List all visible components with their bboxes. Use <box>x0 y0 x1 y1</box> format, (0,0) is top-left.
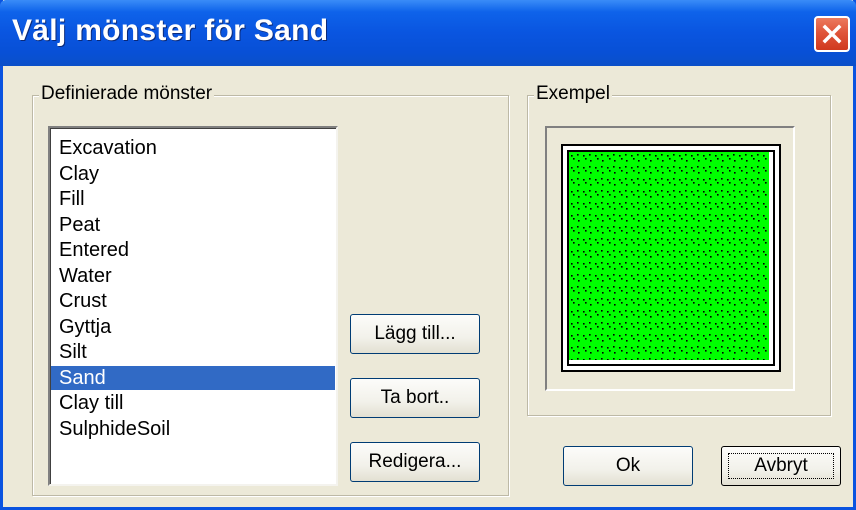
focus-indicator <box>728 453 834 479</box>
list-item[interactable]: SulphideSoil <box>56 417 336 441</box>
add-pattern-label: Lägg till... <box>374 323 456 344</box>
list-item[interactable]: Entered <box>56 238 336 262</box>
remove-pattern-button[interactable]: Ta bort.. <box>350 378 480 418</box>
list-item[interactable]: Excavation <box>56 136 336 160</box>
window-title: Välj mönster för Sand <box>12 14 329 47</box>
example-label: Exempel <box>534 83 612 105</box>
pattern-preview-inner <box>567 150 775 366</box>
dialog-window: Välj mönster för Sand Definierade mönste… <box>0 0 856 510</box>
list-item[interactable]: Silt <box>56 340 336 364</box>
close-icon <box>822 24 842 44</box>
list-item[interactable]: Gyttja <box>56 315 336 339</box>
list-item[interactable]: Water <box>56 264 336 288</box>
edit-pattern-label: Redigera... <box>368 451 462 472</box>
list-item[interactable]: Peat <box>56 213 336 237</box>
list-item[interactable]: Fill <box>56 187 336 211</box>
cancel-button[interactable]: Avbryt <box>721 446 841 486</box>
list-item[interactable]: Crust <box>56 289 336 313</box>
pattern-preview-frame <box>545 126 795 391</box>
pattern-list[interactable]: Excavation Clay Fill Peat Entered Water Crust G… <box>48 126 338 486</box>
defined-patterns-label: Definierade mönster <box>39 83 215 105</box>
list-item[interactable]: Sand <box>51 365 335 390</box>
remove-pattern-label: Ta bort.. <box>380 387 450 408</box>
list-item[interactable]: Clay <box>56 162 336 186</box>
pattern-preview-border <box>561 144 781 372</box>
list-item[interactable]: Clay till <box>56 391 336 415</box>
edit-pattern-button[interactable]: Redigera... <box>350 442 480 482</box>
ok-button[interactable]: Ok <box>563 446 693 486</box>
close-button[interactable] <box>814 16 850 52</box>
title-bar[interactable]: Välj mönster för Sand <box>0 0 856 66</box>
ok-label: Ok <box>615 455 641 476</box>
add-pattern-button[interactable]: Lägg till... <box>350 314 480 354</box>
pattern-fill <box>569 152 769 360</box>
sand-pattern-swatch <box>569 152 769 360</box>
